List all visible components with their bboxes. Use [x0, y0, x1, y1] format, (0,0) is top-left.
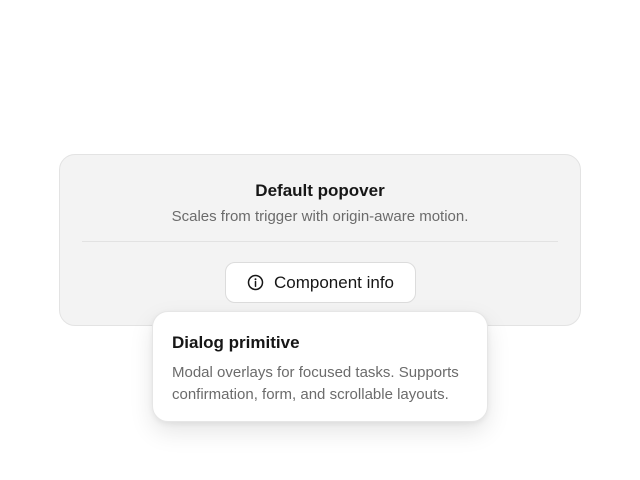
- popover-title: Dialog primitive: [172, 333, 300, 352]
- popover-panel: Dialog primitive Modal overlays for focu…: [152, 311, 488, 422]
- stage: Default popover Scales from trigger with…: [0, 0, 640, 480]
- popover-body: Modal overlays for focused tasks. Suppor…: [172, 364, 459, 403]
- card-title: Default popover: [255, 181, 385, 200]
- demo-card: Default popover Scales from trigger with…: [59, 154, 581, 326]
- card-subtitle: Scales from trigger with origin-aware mo…: [171, 208, 469, 225]
- component-info-button[interactable]: Component info: [225, 262, 416, 303]
- info-icon: [247, 274, 264, 291]
- component-info-label: Component info: [273, 272, 395, 292]
- card-divider: [82, 241, 558, 242]
